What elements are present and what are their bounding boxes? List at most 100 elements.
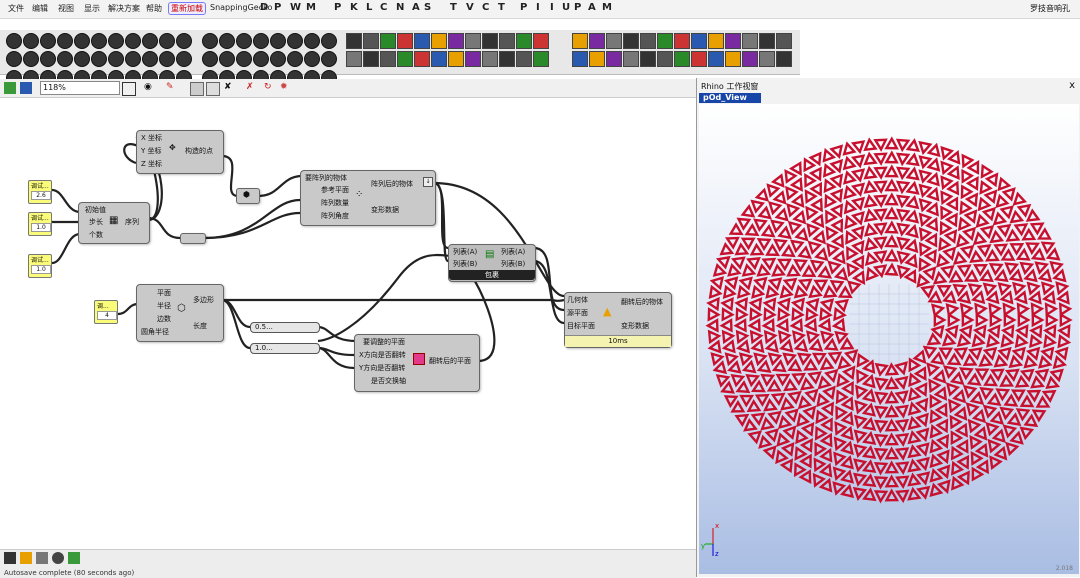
toolbar-button[interactable] — [465, 33, 481, 49]
sketch-icon[interactable] — [20, 552, 32, 564]
tool-letter-i[interactable]: I — [550, 2, 554, 13]
toolbar-button[interactable] — [776, 51, 792, 67]
slider-value[interactable]: 2.6 — [31, 191, 51, 200]
tool-letter-c[interactable]: C — [380, 2, 387, 13]
toolbar-button[interactable] — [742, 51, 758, 67]
toolbar-button[interactable] — [380, 33, 396, 49]
toolbar-button[interactable] — [482, 51, 498, 67]
toolbar-button[interactable] — [448, 33, 464, 49]
tool-letter-l[interactable]: L — [366, 2, 372, 13]
viewport-canvas[interactable]: x z y 2.018 — [699, 104, 1079, 574]
number-slider[interactable]: 调试... 1.0 — [28, 212, 52, 236]
toolbar-button[interactable] — [6, 51, 22, 67]
toolbar-button[interactable] — [572, 51, 588, 67]
menu-view[interactable]: 视图 — [58, 3, 74, 14]
toolbar-button[interactable] — [321, 51, 337, 67]
construct-point-component[interactable]: X 坐标 Y 坐标 Z 坐标 ✥ 构造的点 — [136, 130, 224, 174]
number-slider[interactable]: 调试... 2.6 — [28, 180, 52, 204]
view-tab[interactable]: pOd_View — [699, 93, 761, 103]
toolbar-button[interactable] — [321, 33, 337, 49]
slider-value[interactable]: 1.0 — [31, 265, 51, 274]
tool-letter-t[interactable]: T — [498, 2, 505, 13]
menu-solution[interactable]: 解决方案 — [108, 3, 140, 14]
tool-letter-m[interactable]: M — [306, 2, 316, 13]
slider-value[interactable]: 1.0 — [31, 223, 51, 232]
toolbar-button[interactable] — [499, 33, 515, 49]
tool-letter-p[interactable]: P — [520, 2, 527, 13]
settings-icon[interactable] — [52, 552, 64, 564]
toolbar-button[interactable] — [482, 33, 498, 49]
zoom-extents-icon[interactable] — [122, 82, 136, 96]
toolbar-button[interactable] — [219, 51, 235, 67]
download-icon[interactable] — [4, 552, 16, 564]
orient-component[interactable]: 几何体 源平面 目标平面 ▲ 翻转后的物体 变形数据 10ms — [564, 292, 672, 348]
tool-letter-p[interactable]: P — [274, 2, 281, 13]
menu-display[interactable]: 显示 — [84, 3, 100, 14]
toolbar-button[interactable] — [236, 33, 252, 49]
tool-letter-p[interactable]: P — [574, 2, 581, 13]
pen-icon[interactable] — [36, 552, 48, 564]
cluster-icon[interactable] — [68, 552, 80, 564]
toolbar-button[interactable] — [363, 33, 379, 49]
toolbar-button[interactable] — [397, 33, 413, 49]
recompute-icon[interactable]: ↻ — [264, 82, 276, 94]
toolbar-button[interactable] — [516, 33, 532, 49]
toolbar-button[interactable] — [674, 33, 690, 49]
toolbar-button[interactable] — [346, 51, 362, 67]
toolbar-button[interactable] — [533, 51, 549, 67]
relay-node[interactable]: ⬢ — [236, 188, 260, 204]
toolbar-button[interactable] — [691, 33, 707, 49]
toolbar-button[interactable] — [91, 51, 107, 67]
toolbar-button[interactable] — [572, 33, 588, 49]
chevron-down-icon[interactable]: ↓ — [423, 177, 433, 187]
toolbar-button[interactable] — [57, 33, 73, 49]
tool-letter-c[interactable]: C — [482, 2, 489, 13]
toolbar-button[interactable] — [23, 33, 39, 49]
toolbar-button[interactable] — [40, 51, 56, 67]
toolbar-button[interactable] — [91, 33, 107, 49]
save-file-icon[interactable] — [20, 82, 32, 94]
toolbar-button[interactable] — [202, 33, 218, 49]
graft-component[interactable]: 列表(A) 列表(B) ▤ 列表(A) 列表(B) 包裹 — [448, 244, 536, 282]
tool-letter-w[interactable]: W — [290, 2, 301, 13]
toolbar-button[interactable] — [448, 51, 464, 67]
toolbar-button[interactable] — [125, 33, 141, 49]
preview-wire-icon[interactable]: ✘ — [224, 82, 236, 94]
toolbar-button[interactable] — [380, 51, 396, 67]
toolbar-button[interactable] — [142, 33, 158, 49]
toolbar-button[interactable] — [142, 51, 158, 67]
toolbar-button[interactable] — [40, 33, 56, 49]
toolbar-button[interactable] — [414, 33, 430, 49]
tool-letter-u[interactable]: U — [562, 2, 570, 13]
toolbar-button[interactable] — [304, 33, 320, 49]
toolbar-button[interactable] — [742, 33, 758, 49]
number-param[interactable]: 0.5... — [250, 322, 320, 333]
toolbar-button[interactable] — [176, 33, 192, 49]
toolbar-button[interactable] — [125, 51, 141, 67]
tool-letter-a[interactable]: A — [412, 2, 420, 13]
toolbar-button[interactable] — [623, 51, 639, 67]
menu-file[interactable]: 文件 — [8, 3, 24, 14]
bake-icon[interactable]: ✹ — [280, 82, 292, 94]
toolbar-button[interactable] — [23, 51, 39, 67]
toolbar-button[interactable] — [623, 33, 639, 49]
toolbar-button[interactable] — [776, 33, 792, 49]
series-component[interactable]: 初始值 步长 个数 ▦ 序列 — [78, 202, 150, 244]
tool-letter-p[interactable]: P — [334, 2, 341, 13]
toolbar-button[interactable] — [6, 33, 22, 49]
tool-letter-v[interactable]: V — [466, 2, 474, 13]
zoom-select[interactable]: 118% — [40, 81, 120, 95]
toolbar-button[interactable] — [219, 33, 235, 49]
toolbar-button[interactable] — [159, 33, 175, 49]
sketch-pen-icon[interactable]: ✎ — [166, 82, 178, 94]
toolbar-button[interactable] — [674, 51, 690, 67]
toolbar-button[interactable] — [74, 51, 90, 67]
preview-shaded-icon[interactable] — [190, 82, 204, 96]
toolbar-button[interactable] — [108, 33, 124, 49]
flip-plane-component[interactable]: 要调整的平面 X方向是否翻转 Y方向是否翻转 是否交换轴 翻转后的平面 — [354, 334, 480, 392]
number-param[interactable]: 1.0... — [250, 343, 320, 354]
toolbar-button[interactable] — [465, 51, 481, 67]
toolbar-button[interactable] — [253, 33, 269, 49]
toolbar-button[interactable] — [708, 33, 724, 49]
close-icon[interactable]: x — [1069, 80, 1075, 91]
